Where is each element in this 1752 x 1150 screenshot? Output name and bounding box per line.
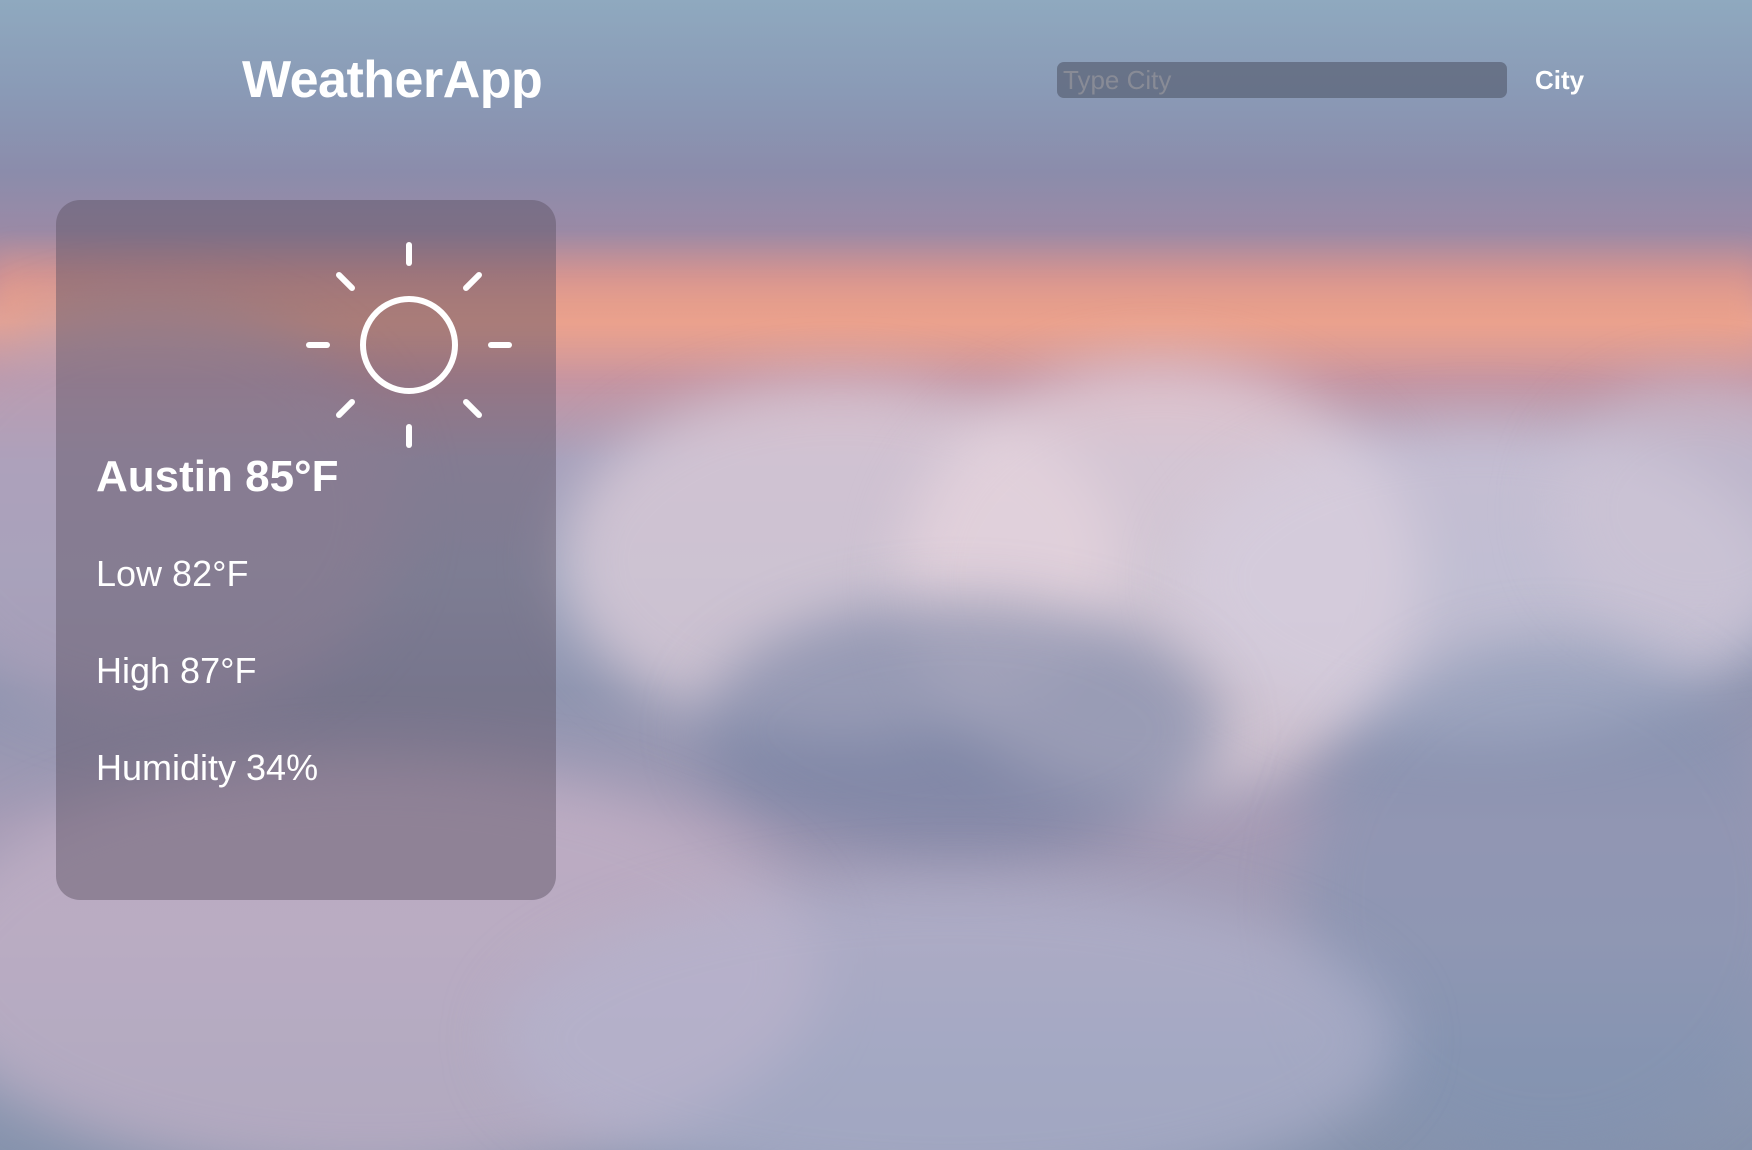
cloud (1550, 380, 1752, 640)
cloud (900, 360, 1420, 800)
sun-icon (306, 242, 512, 448)
humidity: Humidity 34% (96, 747, 319, 788)
cloud (560, 380, 1120, 740)
high-temperature: High 87°F (96, 650, 257, 691)
cloud (700, 600, 1220, 860)
app-logo-title: WeatherApp (242, 51, 543, 109)
city-temperature-title: Austin 85°F (96, 452, 339, 501)
cloud (1300, 640, 1752, 1150)
cloud (500, 880, 1400, 1150)
city-search-button[interactable]: City (1520, 60, 1599, 100)
cloud (1180, 420, 1752, 740)
app-viewport: WeatherApp City Austin 85°F Low 82°F Hig… (0, 0, 1752, 1150)
city-search-input[interactable] (1057, 62, 1507, 98)
low-temperature: Low 82°F (96, 553, 249, 594)
